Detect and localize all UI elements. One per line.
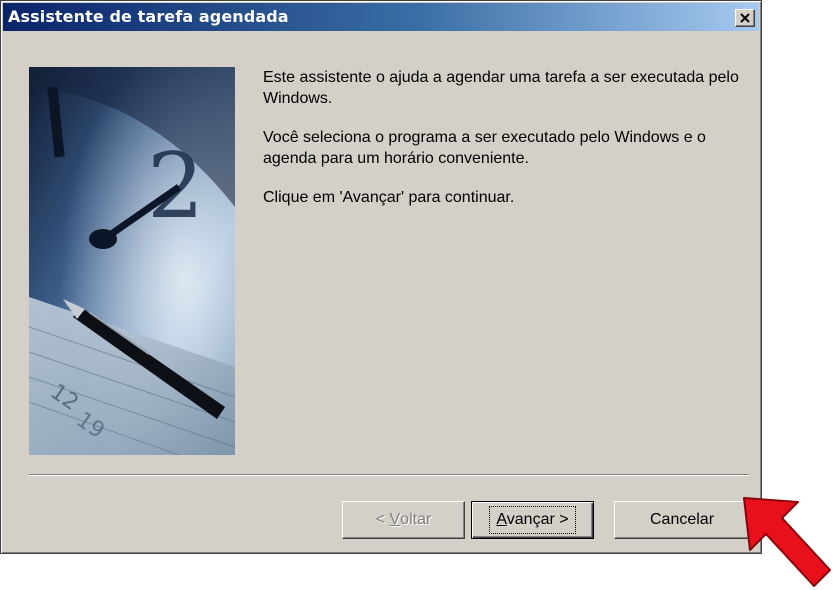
back-button-prefix: < [375,511,390,528]
wizard-dialog: Assistente de tarefa agendada 2 12 19 Es… [0,0,762,554]
intro-paragraph: Este assistente o ajuda a agendar uma ta… [263,69,739,107]
next-button-focus: Avançar > [489,506,576,534]
window-title: Assistente de tarefa agendada [8,7,289,26]
next-button-rest: vançar > [506,511,569,528]
back-button[interactable]: < Voltar [342,501,465,539]
instruction-paragraph: Clique em 'Avançar' para continuar. [263,189,515,206]
back-button-accel: V [389,511,401,528]
close-button[interactable] [735,9,755,27]
red-arrow-pointer-icon [743,497,831,587]
button-separator [29,474,749,476]
back-button-rest: oltar [400,511,432,528]
wizard-side-image: 2 12 19 [29,67,235,455]
next-button-accel: A [496,511,507,528]
wizard-description: Este assistente o ajuda a agendar uma ta… [263,67,743,226]
details-paragraph: Você seleciona o programa a ser executad… [263,129,706,167]
cancel-button[interactable]: Cancelar [614,501,750,539]
clock-and-pen-illustration-icon: 2 12 19 [29,67,235,455]
next-button[interactable]: Avançar > [471,501,594,539]
title-bar[interactable]: Assistente de tarefa agendada [3,3,759,31]
close-icon [740,13,750,23]
